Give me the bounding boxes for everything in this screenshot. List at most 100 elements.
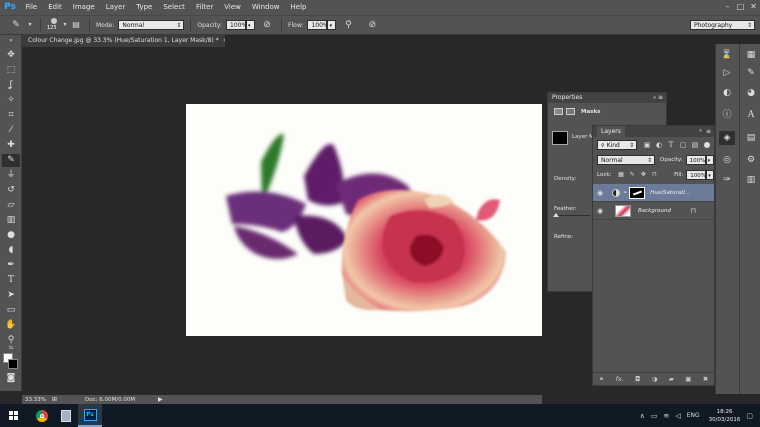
layers-panel-icon[interactable]: ◈ bbox=[719, 131, 735, 145]
minimize-button[interactable]: – bbox=[721, 0, 734, 15]
properties-panel-header[interactable]: Properties « ≡ bbox=[548, 93, 666, 103]
flow-field[interactable]: 100% bbox=[307, 20, 329, 30]
brush-size-preview[interactable]: 125 bbox=[47, 18, 61, 32]
menu-type[interactable]: Type bbox=[131, 0, 158, 15]
maximize-button[interactable]: □ bbox=[734, 0, 747, 15]
chevron-down-icon[interactable]: ▾ bbox=[26, 20, 34, 30]
color-panel-icon[interactable]: ◕ bbox=[743, 86, 759, 100]
menu-view[interactable]: View bbox=[219, 0, 247, 15]
chevron-down-icon[interactable]: ▾ bbox=[61, 20, 69, 30]
marquee-tool-icon[interactable]: ⬚ bbox=[2, 64, 20, 77]
airbrush-icon[interactable]: ⚲ bbox=[340, 20, 356, 30]
brush-presets-icon[interactable]: ✎ bbox=[743, 66, 759, 80]
tab-layers[interactable]: Layers bbox=[597, 126, 625, 137]
panel-menu-icon[interactable]: ≡ bbox=[658, 93, 663, 103]
menu-filter[interactable]: Filter bbox=[190, 0, 218, 15]
swatches-panel-icon[interactable]: ⚙ bbox=[743, 153, 759, 167]
dodge-tool-icon[interactable]: ◖ bbox=[2, 244, 20, 257]
move-tool-icon[interactable]: ✥ bbox=[2, 49, 20, 62]
eyedropper-tool-icon[interactable]: ⁄ bbox=[2, 124, 20, 137]
channels-panel-icon[interactable]: ◎ bbox=[719, 153, 735, 167]
menu-select[interactable]: Select bbox=[158, 0, 191, 15]
gradient-tool-icon[interactable]: ▥ bbox=[2, 214, 20, 227]
flow-dropdown[interactable]: ▾ bbox=[327, 20, 337, 30]
menu-window[interactable]: Window bbox=[246, 0, 285, 15]
quick-select-tool-icon[interactable]: ✧ bbox=[2, 94, 20, 107]
paths-panel-icon[interactable]: ✑ bbox=[719, 173, 735, 187]
filter-kind-select[interactable]: ⚲ Kind bbox=[597, 140, 637, 151]
panel-menu-icon[interactable]: ≡ bbox=[706, 126, 711, 137]
filter-shape-icon[interactable]: ▢ bbox=[677, 140, 689, 150]
adjustment-layer-button-icon[interactable]: ◑ bbox=[652, 375, 658, 383]
panel-collapse-icon[interactable]: « bbox=[653, 93, 656, 103]
crop-tool-icon[interactable]: ⌗ bbox=[2, 109, 20, 122]
hand-tool-icon[interactable]: ✋ bbox=[2, 319, 20, 332]
rectangle-tool-icon[interactable]: ▭ bbox=[2, 304, 20, 317]
filter-smart-object-icon[interactable]: ▤ bbox=[689, 140, 701, 150]
blur-tool-icon[interactable]: ● bbox=[2, 229, 20, 242]
layer-row-background[interactable]: ◉ Background ⊓ bbox=[593, 202, 714, 220]
volume-icon[interactable]: ◁ bbox=[675, 412, 680, 420]
chain-link-icon[interactable]: ⚭ bbox=[623, 190, 627, 196]
chevron-up-icon[interactable]: ∧ bbox=[640, 412, 645, 420]
pressure-opacity-icon[interactable]: ⊘ bbox=[259, 20, 275, 30]
eraser-tool-icon[interactable]: ▱ bbox=[2, 199, 20, 212]
filter-adjustment-icon[interactable]: ◐ bbox=[653, 140, 665, 150]
menu-file[interactable]: File bbox=[20, 0, 43, 15]
filter-toggle-icon[interactable] bbox=[704, 142, 710, 148]
taskbar-chrome[interactable] bbox=[30, 404, 54, 427]
adjustments-panel-icon[interactable]: ◐ bbox=[719, 86, 735, 100]
close-tab-icon[interactable]: × bbox=[223, 37, 225, 44]
properties-panel-icon[interactable]: ▥ bbox=[743, 173, 759, 187]
background-color-swatch[interactable] bbox=[8, 359, 18, 369]
action-center-icon[interactable]: ▢ bbox=[746, 412, 753, 420]
taskbar-clock[interactable]: 18:26 30/03/2016 bbox=[709, 408, 741, 424]
menu-layer[interactable]: Layer bbox=[100, 0, 131, 15]
actions-panel-icon[interactable]: ▷ bbox=[719, 66, 735, 80]
menu-help[interactable]: Help bbox=[285, 0, 312, 15]
close-window-button[interactable]: ✕ bbox=[747, 0, 760, 15]
feather-slider[interactable] bbox=[554, 215, 590, 216]
path-selection-tool-icon[interactable]: ➤ bbox=[2, 289, 20, 302]
document-canvas[interactable] bbox=[186, 104, 542, 336]
visibility-eye-icon[interactable]: ◉ bbox=[593, 189, 607, 197]
healing-brush-tool-icon[interactable]: ✚ bbox=[2, 139, 20, 152]
link-layers-icon[interactable]: ⚭ bbox=[599, 375, 604, 383]
lock-image-icon[interactable]: ✎ bbox=[627, 170, 638, 180]
vector-mask-icon[interactable] bbox=[566, 108, 575, 115]
new-layer-icon[interactable]: ▣ bbox=[685, 375, 691, 383]
default-colors-icon[interactable]: ⇆ bbox=[2, 344, 20, 352]
blend-mode-select[interactable]: Normal bbox=[597, 155, 655, 166]
collapse-icon[interactable]: » bbox=[2, 37, 20, 45]
filter-type-icon[interactable]: T bbox=[665, 140, 677, 150]
new-group-icon[interactable]: ▰ bbox=[669, 375, 674, 383]
pressure-size-icon[interactable]: ⊘ bbox=[364, 20, 380, 30]
character-panel-icon[interactable]: A bbox=[743, 108, 759, 122]
visibility-eye-icon[interactable]: ◉ bbox=[593, 207, 607, 215]
opacity-field[interactable]: 100% bbox=[226, 20, 247, 30]
layer-name[interactable]: Hue/Saturati... bbox=[650, 190, 690, 196]
add-mask-icon[interactable]: ◘ bbox=[635, 375, 640, 383]
brush-tool-icon[interactable]: ✎ bbox=[2, 154, 20, 167]
filter-pixel-icon[interactable]: ▣ bbox=[641, 140, 653, 150]
pen-tool-icon[interactable]: ✒ bbox=[2, 259, 20, 272]
pixel-mask-icon[interactable] bbox=[554, 108, 563, 115]
language-indicator[interactable]: ENG bbox=[687, 412, 700, 419]
feather-slider-handle[interactable] bbox=[553, 213, 559, 217]
layer-style-button[interactable]: fx. bbox=[616, 375, 624, 383]
layer-mask-thumbnail[interactable] bbox=[629, 186, 646, 199]
layer-opacity-field[interactable]: 100% bbox=[685, 155, 706, 165]
brush-panel-toggle-icon[interactable]: ▤ bbox=[69, 20, 83, 30]
network-icon[interactable]: ≋ bbox=[663, 412, 669, 420]
history-panel-icon[interactable]: ⌛ bbox=[719, 48, 735, 62]
history-brush-tool-icon[interactable]: ↺ bbox=[2, 184, 20, 197]
trash-icon[interactable]: ✖ bbox=[703, 375, 708, 383]
panel-collapse-icon[interactable]: « bbox=[699, 126, 702, 137]
lock-position-icon[interactable]: ✥ bbox=[638, 170, 649, 180]
lock-transparent-icon[interactable]: ▦ bbox=[615, 170, 626, 180]
styles-panel-icon[interactable]: ▤ bbox=[743, 131, 759, 145]
lock-all-icon[interactable]: ⊓ bbox=[649, 170, 660, 180]
notifications-icon[interactable]: ▭ bbox=[651, 412, 658, 420]
info-panel-icon[interactable]: ⓘ bbox=[719, 108, 735, 122]
type-tool-icon[interactable]: T bbox=[2, 274, 20, 287]
